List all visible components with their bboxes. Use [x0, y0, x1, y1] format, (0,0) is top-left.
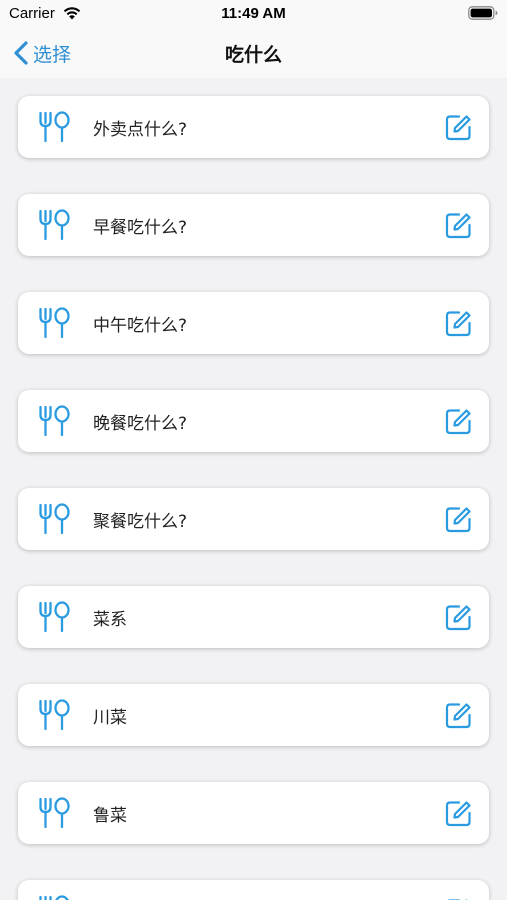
page-title: 吃什么 [224, 44, 282, 66]
status-bar: Carrier 11:49 AM [0, 0, 507, 28]
list-item[interactable]: 中午吃什么? [18, 292, 489, 354]
status-time: 11:49 AM [221, 5, 286, 22]
app-screen: Carrier 11:49 AM 选择 吃什么 外卖点什么? 早餐吃什么? 中午… [0, 0, 507, 900]
fork-spoon-icon [39, 503, 70, 535]
fork-spoon-icon [39, 307, 70, 339]
fork-spoon-icon [39, 111, 70, 143]
list-item-label: 早餐吃什么? [93, 218, 188, 238]
navigation-bar: 选择 吃什么 [0, 28, 507, 78]
fork-spoon-icon [39, 797, 70, 829]
list-item-label: 外卖点什么? [93, 120, 188, 140]
edit-icon[interactable] [445, 702, 472, 729]
list-item[interactable]: 聚餐吃什么? [18, 488, 489, 550]
list-item[interactable]: 晚餐吃什么? [18, 390, 489, 452]
list-item-label: 聚餐吃什么? [93, 512, 188, 532]
battery-icon [468, 6, 498, 20]
edit-icon[interactable] [445, 408, 472, 435]
fork-spoon-icon [39, 601, 70, 633]
list-item-label: 鲁菜 [93, 806, 127, 826]
list-item[interactable]: 川菜 [18, 684, 489, 746]
edit-icon[interactable] [445, 114, 472, 141]
list-item[interactable] [18, 880, 489, 900]
list-item-label: 中午吃什么? [93, 316, 188, 336]
edit-icon[interactable] [445, 604, 472, 631]
list-item[interactable]: 鲁菜 [18, 782, 489, 844]
fork-spoon-icon [39, 699, 70, 731]
list-item-label: 菜系 [93, 610, 127, 630]
list-item[interactable]: 早餐吃什么? [18, 194, 489, 256]
list-item-label: 晚餐吃什么? [93, 414, 188, 434]
edit-icon[interactable] [445, 506, 472, 533]
fork-spoon-icon [39, 895, 69, 900]
fork-spoon-icon [39, 209, 70, 241]
edit-icon[interactable] [445, 212, 472, 239]
edit-icon[interactable] [445, 800, 472, 827]
fork-spoon-icon [39, 405, 70, 437]
list-item-label: 川菜 [93, 708, 127, 728]
list-item[interactable]: 外卖点什么? [18, 96, 489, 158]
list-item[interactable]: 菜系 [18, 586, 489, 648]
edit-icon[interactable] [445, 310, 472, 337]
